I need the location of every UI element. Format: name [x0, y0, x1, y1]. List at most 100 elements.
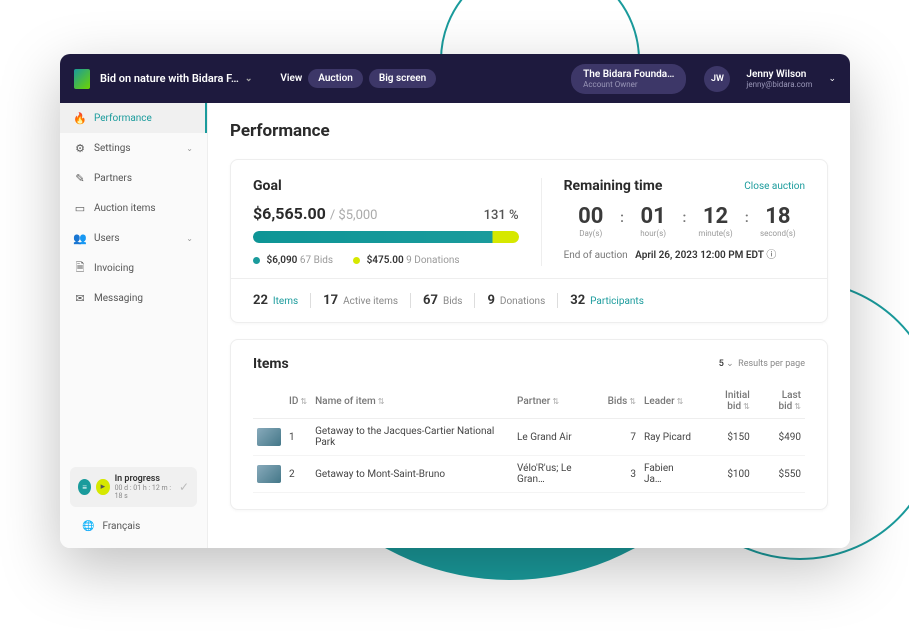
- dot-yellow-icon: [353, 257, 360, 264]
- items-card: Items 5 ⌄ Results per page ID⇅Name of it…: [230, 339, 828, 510]
- legend-donations: $475.00 9 Donations: [353, 255, 460, 266]
- results-per-page[interactable]: 5 ⌄ Results per page: [719, 359, 805, 369]
- chevron-down-icon: ⌄: [245, 74, 253, 84]
- timer-minutes: 12: [688, 204, 742, 229]
- sidebar-item-label: Messaging: [94, 293, 143, 304]
- nav-icon: 🔥: [74, 112, 86, 124]
- close-auction-link[interactable]: Close auction: [744, 181, 805, 192]
- chevron-down-icon: ⌄: [726, 359, 734, 369]
- column-last-bid[interactable]: Last bid⇅: [754, 384, 805, 419]
- sidebar: 🔥 Performance ⚙ Settings ⌄ ✎ Partners ▭ Auction …: [60, 103, 208, 548]
- nav-icon: ▭: [74, 202, 86, 214]
- globe-icon: 🌐: [82, 521, 94, 532]
- goal-progress-bar: [253, 231, 519, 243]
- user-email: jenny@bidara.com: [746, 80, 812, 89]
- countdown-timer: 00Day(s) 01hour(s) 12minute(s) 18second(…: [564, 204, 805, 238]
- sidebar-item-auction-items[interactable]: ▭ Auction items: [60, 193, 207, 223]
- nav-icon: ✉: [74, 292, 86, 304]
- nav-icon: ⚙: [74, 142, 86, 154]
- goal-card: Goal $6,565.00 / $5,000 131 %: [230, 159, 828, 323]
- items-table: ID⇅Name of item⇅Partner⇅Bids⇅Leader⇅Init…: [253, 384, 805, 493]
- sidebar-item-label: Auction items: [94, 203, 156, 214]
- check-icon: ✓: [179, 480, 189, 494]
- chevron-down-icon: ⌄: [828, 74, 836, 84]
- table-row[interactable]: 1Getaway to the Jacques-Cartier National…: [253, 419, 805, 456]
- column-bids[interactable]: Bids⇅: [604, 384, 640, 419]
- user-name: Jenny Wilson: [746, 69, 812, 80]
- end-label: End of auction: [564, 250, 628, 261]
- language-selector[interactable]: 🌐 Français: [70, 515, 197, 538]
- items-title: Items: [253, 356, 289, 372]
- stat-bids[interactable]: 67Bids: [411, 293, 475, 308]
- sort-icon: ⇅: [677, 397, 684, 406]
- stat-donations[interactable]: 9Donations: [475, 293, 558, 308]
- table-row[interactable]: 2Getaway to Mont-Saint-BrunoVélo'R'us; L…: [253, 456, 805, 493]
- legend-bids: $6,090 67 Bids: [253, 255, 333, 266]
- avatar[interactable]: JW: [704, 66, 730, 92]
- logo-icon: [74, 69, 90, 89]
- end-date: April 26, 2023 12:00 PM EDT: [635, 250, 764, 261]
- stats-row: 22Items17Active items67Bids9Donations32P…: [231, 278, 827, 322]
- play-icon: ▸: [96, 479, 109, 495]
- view-cluster: View Auction Big screen: [280, 69, 436, 88]
- goal-title: Goal: [253, 178, 519, 194]
- status-time: 00 d : 01 h : 12 m : 18 s: [115, 484, 174, 500]
- view-bigscreen-button[interactable]: Big screen: [369, 69, 436, 88]
- sidebar-item-label: Partners: [94, 173, 132, 184]
- app-window: Bid on nature with Bidara F… ⌄ View Auct…: [60, 54, 850, 548]
- sidebar-item-label: Users: [94, 233, 120, 244]
- sidebar-item-users[interactable]: 👥 Users ⌄: [60, 223, 207, 253]
- nav-icon: ✎: [74, 172, 86, 184]
- auction-selector[interactable]: Bid on nature with Bidara F… ⌄: [100, 72, 252, 85]
- column-id[interactable]: ID⇅: [285, 384, 311, 419]
- sort-icon: ⇅: [629, 397, 636, 406]
- sidebar-item-messaging[interactable]: ✉ Messaging: [60, 283, 207, 313]
- info-icon[interactable]: ⓘ: [766, 250, 776, 261]
- goal-target: / $5,000: [330, 208, 378, 223]
- main-content: Performance Goal $6,565.00 / $5,000 131 …: [208, 103, 850, 548]
- sort-icon: ⇅: [552, 397, 559, 406]
- org-name: The Bidara Founda…: [583, 69, 674, 80]
- sidebar-item-partners[interactable]: ✎ Partners: [60, 163, 207, 193]
- sort-icon: ⇅: [378, 397, 385, 406]
- sort-icon: ⇅: [743, 402, 750, 411]
- status-box[interactable]: ≡ ▸ In progress 00 d : 01 h : 12 m : 18 …: [70, 467, 197, 507]
- sidebar-item-invoicing[interactable]: 🗎 Invoicing: [60, 253, 207, 283]
- goal-current: $6,565.00: [253, 204, 326, 223]
- stat-items[interactable]: 22Items: [253, 293, 311, 308]
- stat-active-items[interactable]: 17Active items: [311, 293, 411, 308]
- stat-participants[interactable]: 32Participants: [558, 293, 656, 308]
- view-label: View: [280, 73, 302, 84]
- org-selector[interactable]: The Bidara Founda… Account Owner: [571, 64, 686, 94]
- column-name-of-item[interactable]: Name of item⇅: [311, 384, 513, 419]
- timer-days: 00: [564, 204, 618, 229]
- org-role: Account Owner: [583, 80, 674, 89]
- dot-teal-icon: [253, 257, 260, 264]
- list-icon: ≡: [78, 479, 91, 495]
- chevron-down-icon: ⌄: [186, 234, 193, 243]
- language-label: Français: [102, 521, 140, 532]
- timer-seconds: 18: [751, 204, 805, 229]
- sidebar-item-settings[interactable]: ⚙ Settings ⌄: [60, 133, 207, 163]
- remaining-title: Remaining time: [564, 178, 663, 194]
- sidebar-item-label: Invoicing: [94, 263, 134, 274]
- status-label: In progress: [115, 474, 174, 484]
- nav-icon: 👥: [74, 232, 86, 244]
- goal-percent: 131 %: [484, 208, 519, 223]
- sort-icon: ⇅: [300, 397, 307, 406]
- item-thumbnail: [257, 465, 281, 483]
- column-initial-bid[interactable]: Initial bid⇅: [697, 384, 754, 419]
- item-thumbnail: [257, 428, 281, 446]
- nav-icon: 🗎: [74, 262, 86, 274]
- sidebar-item-performance[interactable]: 🔥 Performance: [60, 103, 207, 133]
- view-auction-button[interactable]: Auction: [308, 69, 363, 88]
- user-menu[interactable]: Jenny Wilson jenny@bidara.com: [746, 69, 812, 89]
- page-title: Performance: [230, 121, 828, 141]
- sidebar-item-label: Performance: [94, 113, 152, 124]
- chevron-down-icon: ⌄: [186, 144, 193, 153]
- column-partner[interactable]: Partner⇅: [513, 384, 604, 419]
- sort-icon: ⇅: [794, 402, 801, 411]
- sidebar-item-label: Settings: [94, 143, 131, 154]
- auction-name: Bid on nature with Bidara F…: [100, 72, 239, 85]
- column-leader[interactable]: Leader⇅: [640, 384, 697, 419]
